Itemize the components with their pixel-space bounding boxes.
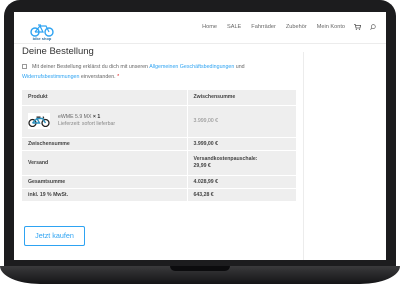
- terms-text-middle: und: [234, 64, 245, 70]
- product-delivery: Lieferzeit: sofort lieferbar: [58, 121, 116, 127]
- product-price: 3.999,00 €: [187, 105, 296, 138]
- shipping-label: Versand: [22, 150, 188, 176]
- laptop-notch: [170, 266, 230, 271]
- total-value: 4.028,99 €: [187, 175, 296, 189]
- search-icon[interactable]: [370, 24, 376, 30]
- shipping-name: Versandkostenpauschale:: [193, 155, 258, 162]
- terms-row: Mit deiner Bestellung erklärst du dich m…: [22, 62, 302, 82]
- nav-item-sale[interactable]: SALE: [227, 24, 241, 30]
- terms-text-suffix: einverstanden.: [79, 74, 116, 80]
- cart-icon[interactable]: [354, 24, 361, 30]
- terms-checkbox[interactable]: [22, 63, 27, 69]
- header-product: Produkt: [22, 90, 188, 106]
- table-row: Zwischensumme 3.999,00 €: [22, 137, 296, 151]
- shipping-value: 29,99 €: [193, 162, 211, 169]
- product-cell: eWME 5.9 MX × 1 Lieferzeit: sofort liefe…: [28, 113, 181, 129]
- terms-text-prefix: Mit deiner Bestellung erklärst du dich m…: [32, 64, 150, 70]
- place-order-button[interactable]: Jetzt kaufen: [24, 226, 85, 246]
- table-row: eWME 5.9 MX × 1 Lieferzeit: sofort liefe…: [22, 105, 296, 138]
- nav-item-mein-konto[interactable]: Mein Konto: [317, 24, 345, 30]
- site-header: bike shop Home SALE Fahrräder Zubehör Me…: [14, 12, 386, 44]
- main-nav: Home SALE Fahrräder Zubehör Mein Konto: [192, 24, 376, 30]
- table-header-row: Produkt Zwischensumme: [22, 90, 296, 106]
- product-image: [28, 113, 50, 129]
- nav-item-home[interactable]: Home: [202, 24, 217, 30]
- checkout-content: Deine Bestellung Mit deiner Bestellung e…: [22, 46, 302, 202]
- tax-value: 643,28 €: [187, 188, 296, 202]
- required-mark: *: [117, 74, 120, 80]
- logo-text[interactable]: bike shop: [24, 36, 60, 41]
- browser-screen: bike shop Home SALE Fahrräder Zubehör Me…: [14, 12, 386, 260]
- table-row: Gesamtsumme 4.028,99 €: [22, 175, 296, 189]
- header-subtotal: Zwischensumme: [187, 90, 296, 106]
- nav-item-zubehoer[interactable]: Zubehör: [286, 24, 307, 30]
- subtotal-value: 3.999,00 €: [187, 137, 296, 151]
- product-name: eWME 5.9 MX: [58, 114, 92, 120]
- subtotal-label: Zwischensumme: [22, 137, 188, 151]
- widerruf-link[interactable]: Widerrufsbestimmungen: [22, 74, 79, 80]
- page-title: Deine Bestellung: [22, 46, 94, 57]
- nav-item-fahrraeder[interactable]: Fahrräder: [251, 24, 276, 30]
- tax-label: inkl. 19 % MwSt.: [22, 188, 188, 202]
- agb-link[interactable]: Allgemeinen Geschäftsbedingungen: [149, 64, 234, 70]
- total-label: Gesamtsumme: [22, 175, 188, 189]
- order-review-table: Produkt Zwischensumme eWME 5.9 MX × 1 Li…: [22, 90, 296, 202]
- table-row: Versand Versandkostenpauschale: 29,99 €: [22, 150, 296, 176]
- table-row: inkl. 19 % MwSt. 643,28 €: [22, 188, 296, 202]
- product-qty: × 1: [92, 114, 101, 120]
- sidebar-divider: [303, 52, 304, 260]
